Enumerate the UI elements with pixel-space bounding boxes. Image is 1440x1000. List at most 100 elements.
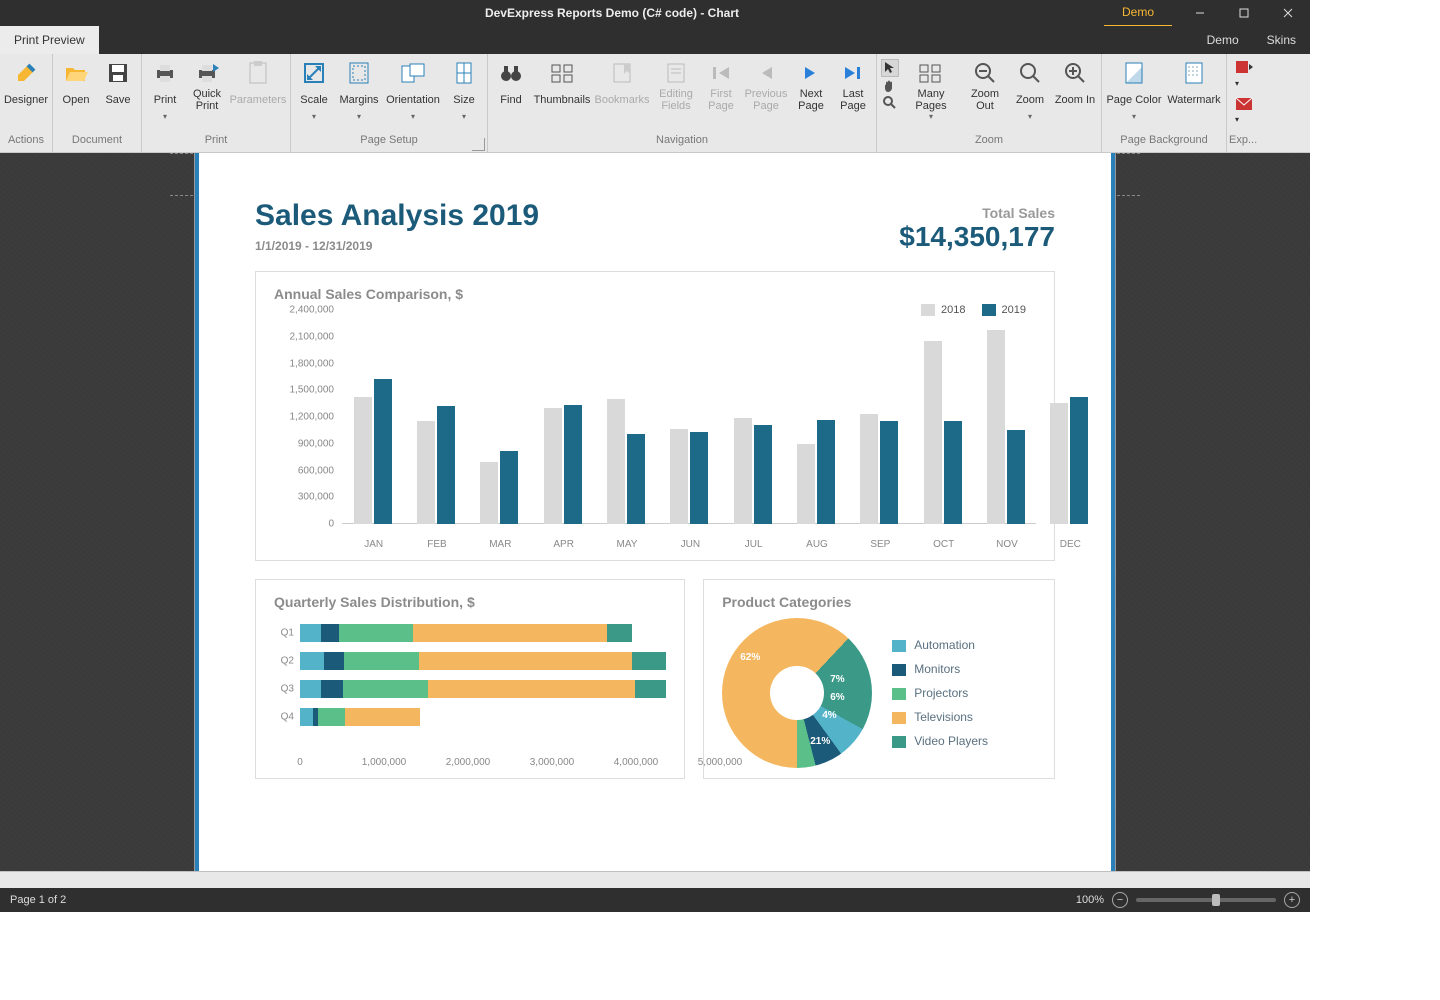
page-indicator: Page 1 of 2 [10,894,66,906]
group-zoom: Many Pages▾ Zoom Out Zoom▾ Zoom In Zoom [877,54,1102,152]
scale-icon [301,60,327,86]
margins-button[interactable]: Margins▾ [335,56,383,121]
donut-chart: 62%21%7%6%4% [722,618,872,768]
prev-page-icon [753,60,779,86]
last-page-icon [840,60,866,86]
group-label: Exp... [1229,134,1257,152]
legend-automation: Automation [914,638,975,652]
zoom-out-status[interactable]: − [1112,892,1128,908]
orientation-button[interactable]: Orientation▾ [383,56,443,121]
tab-skins[interactable]: Skins [1253,26,1310,54]
designer-icon [13,60,39,86]
bookmarks-button: Bookmarks [592,56,652,112]
statusbar: Page 1 of 2 100% − + [0,888,1310,912]
editing-fields-button: Editing Fields [652,56,700,112]
group-label: Page Setup [293,134,485,152]
zoom-thumb[interactable] [1212,894,1220,906]
total-sales-label: Total Sales [899,205,1055,221]
magnifier-icon[interactable] [882,95,898,111]
many-pages-button[interactable]: Many Pages▾ [901,56,961,121]
zoom-value: 100% [1076,894,1104,906]
export-icon[interactable]: ▾ [1235,59,1251,75]
export-col: ▾ ▾ [1229,56,1257,113]
donut-legend: Automation Monitors Projectors Televisio… [892,638,988,748]
open-icon [63,60,89,86]
watermark-button[interactable]: Watermark [1164,56,1224,112]
group-page-background: Page Color▾ Watermark Page Background [1102,54,1227,152]
zoom-button[interactable]: Zoom▾ [1009,56,1051,121]
window-title: DevExpress Reports Demo (C# code) - Char… [120,6,1104,20]
quarterly-chart: Q1Q2Q3Q401,000,0002,000,0003,000,0004,00… [274,618,666,768]
horizontal-scrollbar[interactable] [0,871,1310,888]
group-label: Print [144,134,288,152]
first-page-button: First Page [700,56,742,112]
quarterly-title: Quarterly Sales Distribution, $ [274,594,666,610]
ribbon: Designer Actions Open Save Document [0,54,1310,153]
page-setup-dialog-launcher[interactable] [472,138,485,151]
group-label: Actions [2,134,50,152]
prev-page-button: Previous Page [742,56,790,112]
minimize-button[interactable] [1178,0,1222,26]
zoom-in-status[interactable]: + [1284,892,1300,908]
zoom-out-icon [972,60,998,86]
page-color-button[interactable]: Page Color▾ [1104,56,1164,121]
size-icon [451,60,477,86]
save-icon [105,60,131,86]
hand-icon[interactable] [882,78,898,94]
categories-title: Product Categories [722,594,1036,610]
demo-chip[interactable]: Demo [1104,0,1172,27]
parameters-button: Parameters [228,56,288,112]
next-page-button[interactable]: Next Page [790,56,832,112]
find-button[interactable]: Find [490,56,532,112]
binoculars-icon [498,60,524,86]
send-icon[interactable]: ▾ [1235,97,1251,113]
next-page-icon [798,60,824,86]
annual-title: Annual Sales Comparison, $ [274,286,1036,302]
size-button[interactable]: Size▾ [443,56,485,121]
group-print: Print▾ Quick Print Parameters Print [142,54,291,152]
bookmarks-icon [609,60,635,86]
group-label: Document [55,134,139,152]
report-title: Sales Analysis 2019 [255,199,539,233]
zoom-in-icon [1062,60,1088,86]
designer-button[interactable]: Designer [2,56,50,112]
thumbnails-icon [549,60,575,86]
many-pages-icon [918,60,944,86]
group-label: Page Background [1104,134,1224,152]
tab-print-preview[interactable]: Print Preview [0,26,99,54]
quick-print-button[interactable]: Quick Print [186,56,228,112]
group-export: ▾ ▾ Exp... [1227,54,1259,152]
group-actions: Designer Actions [0,54,53,152]
legend-televisions: Televisions [914,710,973,724]
parameters-icon [245,60,271,86]
report-subtitle: 1/1/2019 - 12/31/2019 [255,239,539,253]
total-sales-value: $14,350,177 [899,221,1055,253]
zoom-out-button[interactable]: Zoom Out [961,56,1009,112]
orientation-icon [400,60,426,86]
pointer-icon[interactable] [881,59,899,77]
scale-button[interactable]: Scale▾ [293,56,335,121]
margins-icon [346,60,372,86]
annual-sales-panel: Annual Sales Comparison, $ 2018 2019 030… [255,271,1055,561]
tab-demo[interactable]: Demo [1193,26,1253,54]
preview-canvas[interactable]: Sales Analysis 2019 1/1/2019 - 12/31/201… [0,153,1310,871]
tabs-row: Print Preview Demo Skins [0,26,1310,54]
close-button[interactable] [1266,0,1310,26]
report-page: Sales Analysis 2019 1/1/2019 - 12/31/201… [195,153,1115,871]
first-page-icon [708,60,734,86]
maximize-button[interactable] [1222,0,1266,26]
open-button[interactable]: Open [55,56,97,112]
zoom-tools-col [879,56,901,111]
thumbnails-button[interactable]: Thumbnails [532,56,592,112]
last-page-button[interactable]: Last Page [832,56,874,112]
quarterly-panel: Quarterly Sales Distribution, $ Q1Q2Q3Q4… [255,579,685,779]
titlebar: DevExpress Reports Demo (C# code) - Char… [0,0,1310,26]
group-page-setup: Scale▾ Margins▾ Orientation▾ Size▾ Page … [291,54,488,152]
editing-icon [663,60,689,86]
group-document: Open Save Document [53,54,142,152]
save-button[interactable]: Save [97,56,139,112]
annual-chart: 2018 2019 0300,000600,000900,0001,200,00… [274,310,1036,550]
zoom-in-button[interactable]: Zoom In [1051,56,1099,112]
zoom-slider[interactable] [1136,898,1276,902]
print-button[interactable]: Print▾ [144,56,186,121]
